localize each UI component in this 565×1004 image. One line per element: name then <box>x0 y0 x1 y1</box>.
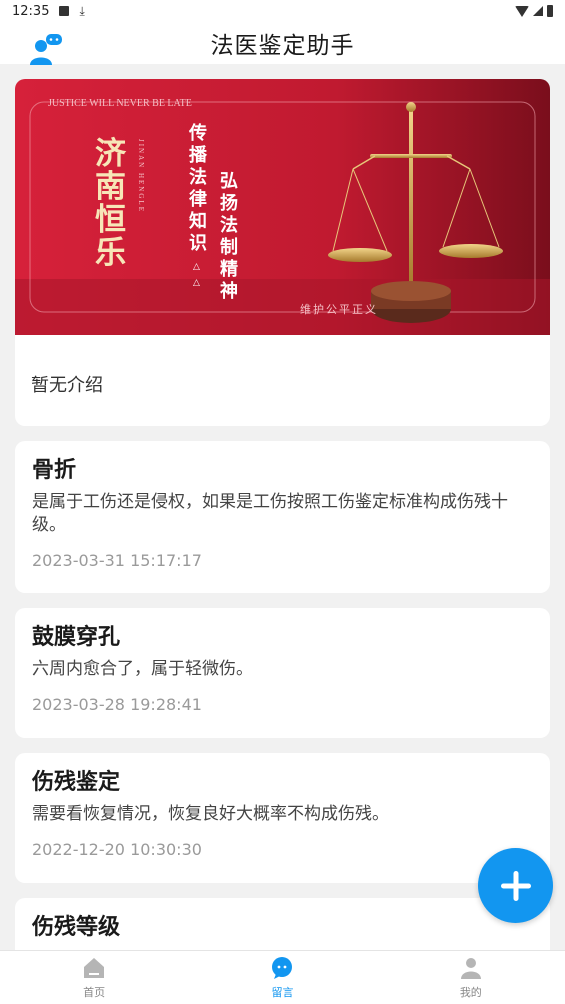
message-body: 是属于工伤还是侵权，如果是工伤按照工伤鉴定标准构成伤残十级。 <box>32 492 508 535</box>
message-body: 六周内愈合了，属于轻微伤。 <box>32 659 253 679</box>
user-chat-icon <box>30 34 62 65</box>
banner-slogan-2: 弘扬法制精神 <box>220 171 238 302</box>
wifi-icon <box>515 5 529 17</box>
home-icon <box>84 958 105 978</box>
profile-icon <box>460 958 481 979</box>
message-card[interactable]: 伤残鉴定 需要看恢复情况，恢复良好大概率不构成伤残。 2022-12-20 10… <box>15 753 550 883</box>
battery-icon <box>547 5 553 17</box>
banner-pinyin: JINAN HENGLE <box>137 139 145 213</box>
message-time: 2023-03-28 19:28:41 <box>32 695 202 714</box>
message-title: 伤残鉴定 <box>32 770 121 795</box>
page-title: 法医鉴定助手 <box>210 33 355 59</box>
bottom-tab-bar: 首页 留言 我的 <box>0 950 565 1004</box>
banner-triangles: △ <box>193 262 200 272</box>
banner-brand: 济南恒乐 <box>95 136 127 271</box>
banner-top-text: JUSTICE WILL NEVER BE LATE <box>48 98 192 109</box>
customer-service-button[interactable] <box>28 32 64 66</box>
banner-bottom-text: 维护公平正义 <box>300 302 378 316</box>
signal-icon <box>533 6 543 16</box>
chat-icon <box>272 957 293 979</box>
status-time: 12:35 <box>12 3 50 19</box>
plus-icon <box>500 870 531 901</box>
tab-home[interactable]: 首页 <box>0 951 188 1004</box>
message-card[interactable]: 鼓膜穿孔 六周内愈合了，属于轻微伤。 2023-03-28 19:28:41 <box>15 608 550 738</box>
message-body: 需要看恢复情况，恢复良好大概率不构成伤残。 <box>32 804 389 824</box>
message-title: 伤残等级 <box>32 915 121 940</box>
tab-label: 我的 <box>459 986 482 999</box>
tab-profile[interactable]: 我的 <box>377 951 565 1004</box>
message-time: 2023-03-31 15:17:17 <box>32 551 202 570</box>
message-title: 骨折 <box>32 458 77 483</box>
notification-icon <box>59 6 70 16</box>
add-message-button[interactable] <box>478 848 553 923</box>
tab-label: 首页 <box>83 986 106 999</box>
content-list[interactable]: JUSTICE WILL NEVER BE LATE 济南恒乐 JINAN HE… <box>0 64 565 950</box>
tab-label: 留言 <box>271 986 294 999</box>
intro-card: JUSTICE WILL NEVER BE LATE 济南恒乐 JINAN HE… <box>15 79 550 426</box>
message-time: 2022-12-20 10:30:30 <box>32 840 202 859</box>
banner-image: JUSTICE WILL NEVER BE LATE 济南恒乐 JINAN HE… <box>15 79 550 335</box>
download-icon: ⤓ <box>79 4 85 18</box>
svg-text:△: △ <box>193 278 200 288</box>
app-header: 法医鉴定助手 <box>0 22 565 66</box>
message-card[interactable]: 伤残等级 <box>15 898 550 950</box>
status-bar: 12:35 ⤓ <box>0 0 565 22</box>
message-title: 鼓膜穿孔 <box>32 625 121 650</box>
tab-messages[interactable]: 留言 <box>188 951 376 1004</box>
message-card[interactable]: 骨折 是属于工伤还是侵权，如果是工伤按照工伤鉴定标准构成伤残十级。 2023-0… <box>15 441 550 593</box>
intro-text: 暂无介绍 <box>31 375 103 396</box>
